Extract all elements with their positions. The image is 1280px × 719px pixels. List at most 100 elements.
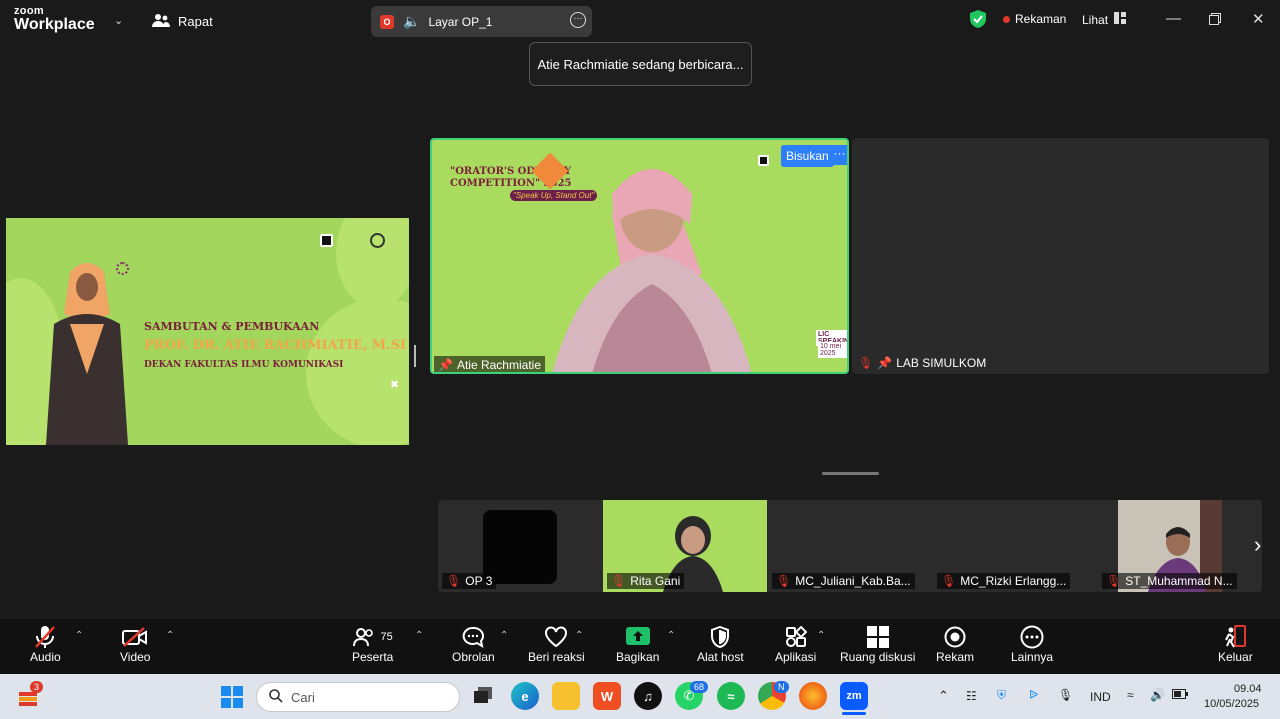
share-options-icon[interactable]: ··· xyxy=(570,12,586,28)
recording-indicator[interactable]: Rekaman xyxy=(1003,12,1066,26)
file-explorer-icon[interactable] xyxy=(552,682,580,710)
drag-handle[interactable] xyxy=(822,472,879,475)
share-screen-icon xyxy=(625,624,650,650)
record-label: Rekam xyxy=(936,650,975,664)
clock-time[interactable]: 09.04 xyxy=(1234,683,1262,695)
heart-icon xyxy=(544,624,568,650)
tile-name: ST_Muhammad N... xyxy=(1125,574,1233,588)
battery-icon[interactable] xyxy=(1172,688,1188,702)
chrome-badge: N xyxy=(774,681,789,693)
wps-office-icon[interactable]: W xyxy=(593,682,621,710)
mic-muted-icon: 🎙 xyxy=(611,574,627,588)
mic-muted-icon: 🎙 xyxy=(446,574,462,588)
participant-tile-lab[interactable]: 🎙 📌 LAB SIMULKOM xyxy=(852,138,1269,374)
filmstrip-tile[interactable]: 🎙 ST_Muhammad N... xyxy=(1098,500,1262,592)
slide-title: SAMBUTAN & PEMBUKAAN xyxy=(144,320,320,333)
language-indicator[interactable]: IND xyxy=(1090,690,1111,704)
task-view-icon[interactable] xyxy=(470,682,498,710)
clipboard-icon[interactable]: ☷ xyxy=(966,689,977,703)
slide-speaker-name: PROF. DR. ATIE RACHMIATIE, M.SI xyxy=(144,338,407,353)
sparkle-icon: ✖ xyxy=(390,379,400,391)
splitter-handle[interactable] xyxy=(414,345,416,367)
shared-slide[interactable]: SAMBUTAN & PEMBUKAAN PROF. DR. ATIE RACH… xyxy=(6,218,409,445)
speaker-volume-icon[interactable]: 🔈 xyxy=(403,13,420,30)
firefox-icon[interactable] xyxy=(799,682,827,710)
speaker-video xyxy=(552,169,752,372)
more-button[interactable]: Lainnya xyxy=(1011,624,1053,664)
leave-button[interactable]: Keluar xyxy=(1218,624,1253,664)
whatsapp-badge: 68 xyxy=(690,681,709,693)
meeting-label: Rapat xyxy=(178,14,213,29)
windows-start-icon[interactable] xyxy=(221,686,243,713)
screen-share-pill[interactable]: O 🔈 Layar OP_1 ··· xyxy=(371,6,592,37)
decor-circle-icon xyxy=(116,262,129,275)
slide-logo-icon xyxy=(320,234,333,247)
taskbar-search[interactable]: Cari xyxy=(256,682,460,712)
audio-caret-icon[interactable]: ⌃ xyxy=(75,630,83,641)
restore-icon[interactable] xyxy=(1209,12,1221,29)
corner-date: 10 mei 2025 xyxy=(818,342,847,358)
record-icon xyxy=(944,624,966,650)
watermark-icon xyxy=(758,155,769,166)
microphone-icon[interactable]: 🎙 xyxy=(1058,688,1073,702)
apps-button[interactable]: Aplikasi xyxy=(775,624,816,664)
mic-muted-icon xyxy=(34,624,56,650)
wifi-icon[interactable]: ≈ xyxy=(1127,688,1134,702)
participant-more-button[interactable]: ··· xyxy=(829,145,847,165)
filmstrip-tile[interactable]: 🎙 MC_Juliani_Kab.Ba... xyxy=(768,500,932,592)
tile-name-tag: 🎙 Rita Gani xyxy=(607,573,685,589)
participants-caret-icon[interactable]: ⌃ xyxy=(415,630,423,641)
chat-button[interactable]: Obrolan xyxy=(452,624,495,664)
participants-button[interactable]: 75 Peserta xyxy=(352,624,393,664)
zoom-taskbar-icon[interactable]: zm xyxy=(840,682,868,710)
host-tools-button[interactable]: Alat host xyxy=(697,624,744,664)
view-button[interactable]: Lihat xyxy=(1082,12,1127,27)
recording-dot-icon xyxy=(1003,15,1010,23)
tiktok-icon[interactable]: ♫ xyxy=(634,682,662,710)
logo-line2: Workplace xyxy=(14,16,95,33)
edge-browser-icon[interactable]: e xyxy=(511,682,539,710)
apps-icon xyxy=(785,624,807,650)
video-label: Video xyxy=(120,650,151,664)
grid-view-icon xyxy=(1114,12,1127,27)
mic-muted-icon: 🎙 xyxy=(941,574,957,588)
apps-caret-icon[interactable]: ⌃ xyxy=(817,630,825,641)
volume-icon[interactable]: 🔊 xyxy=(1150,688,1165,702)
breakout-rooms-label: Ruang diskusi xyxy=(840,650,916,664)
audio-button[interactable]: Audio xyxy=(30,624,61,664)
react-label: Beri reaksi xyxy=(528,650,585,664)
filmstrip-tile[interactable]: 🎙 MC_Rizki Erlangg... xyxy=(933,500,1097,592)
close-icon[interactable]: ✕ xyxy=(1252,10,1265,28)
record-button[interactable]: Rekam xyxy=(936,624,974,664)
active-speaker-tile[interactable]: "ORATOR'S ODYSSEY COMPETITION" 2025 "Spe… xyxy=(430,138,849,374)
chevron-down-icon[interactable]: ⌄ xyxy=(114,14,123,27)
lab-name: LAB SIMULKOM xyxy=(896,356,987,370)
share-screen-button[interactable]: Bagikan xyxy=(616,624,659,664)
share-caret-icon[interactable]: ⌃ xyxy=(667,630,675,641)
chevron-right-icon[interactable]: › xyxy=(1254,532,1261,558)
security-shield-icon[interactable] xyxy=(970,10,986,33)
chat-label: Obrolan xyxy=(452,650,495,664)
minimize-icon[interactable]: — xyxy=(1166,10,1181,27)
clock-date[interactable]: 10/05/2025 xyxy=(1204,698,1259,710)
filmstrip-tile[interactable]: 🎙 OP 3 xyxy=(438,500,602,592)
tile-name-tag: 🎙 OP 3 xyxy=(442,573,497,589)
spotify-icon[interactable]: ≈ xyxy=(717,682,745,710)
video-button[interactable]: Video xyxy=(120,624,150,664)
chat-caret-icon[interactable]: ⌃ xyxy=(500,630,508,641)
share-label: Layar OP_1 xyxy=(428,14,493,29)
bluetooth-icon[interactable]: ᐉ xyxy=(1029,688,1038,702)
filmstrip: 🎙 OP 3 🎙 Rita Gani 🎙 MC_Juliani_Kab.Ba... 🎙… xyxy=(438,500,1262,592)
mic-muted-icon: 🎙 xyxy=(1106,574,1122,588)
react-caret-icon[interactable]: ⌃ xyxy=(575,630,583,641)
filmstrip-tile[interactable]: 🎙 Rita Gani xyxy=(603,500,767,592)
mute-participant-button[interactable]: Bisukan xyxy=(781,145,834,167)
slide-subtitle: DEKAN FAKULTAS ILMU KOMUNIKASI xyxy=(144,360,344,370)
host-tools-label: Alat host xyxy=(697,650,744,664)
video-caret-icon[interactable]: ⌃ xyxy=(166,630,174,641)
meeting-menu-button[interactable]: Rapat xyxy=(152,12,213,31)
defender-icon[interactable]: ⛨ xyxy=(997,688,1006,703)
breakout-rooms-button[interactable]: Ruang diskusi xyxy=(840,624,915,664)
chevron-up-icon[interactable]: ⌃ xyxy=(938,688,949,704)
mic-muted-icon: 🎙 xyxy=(858,356,874,370)
